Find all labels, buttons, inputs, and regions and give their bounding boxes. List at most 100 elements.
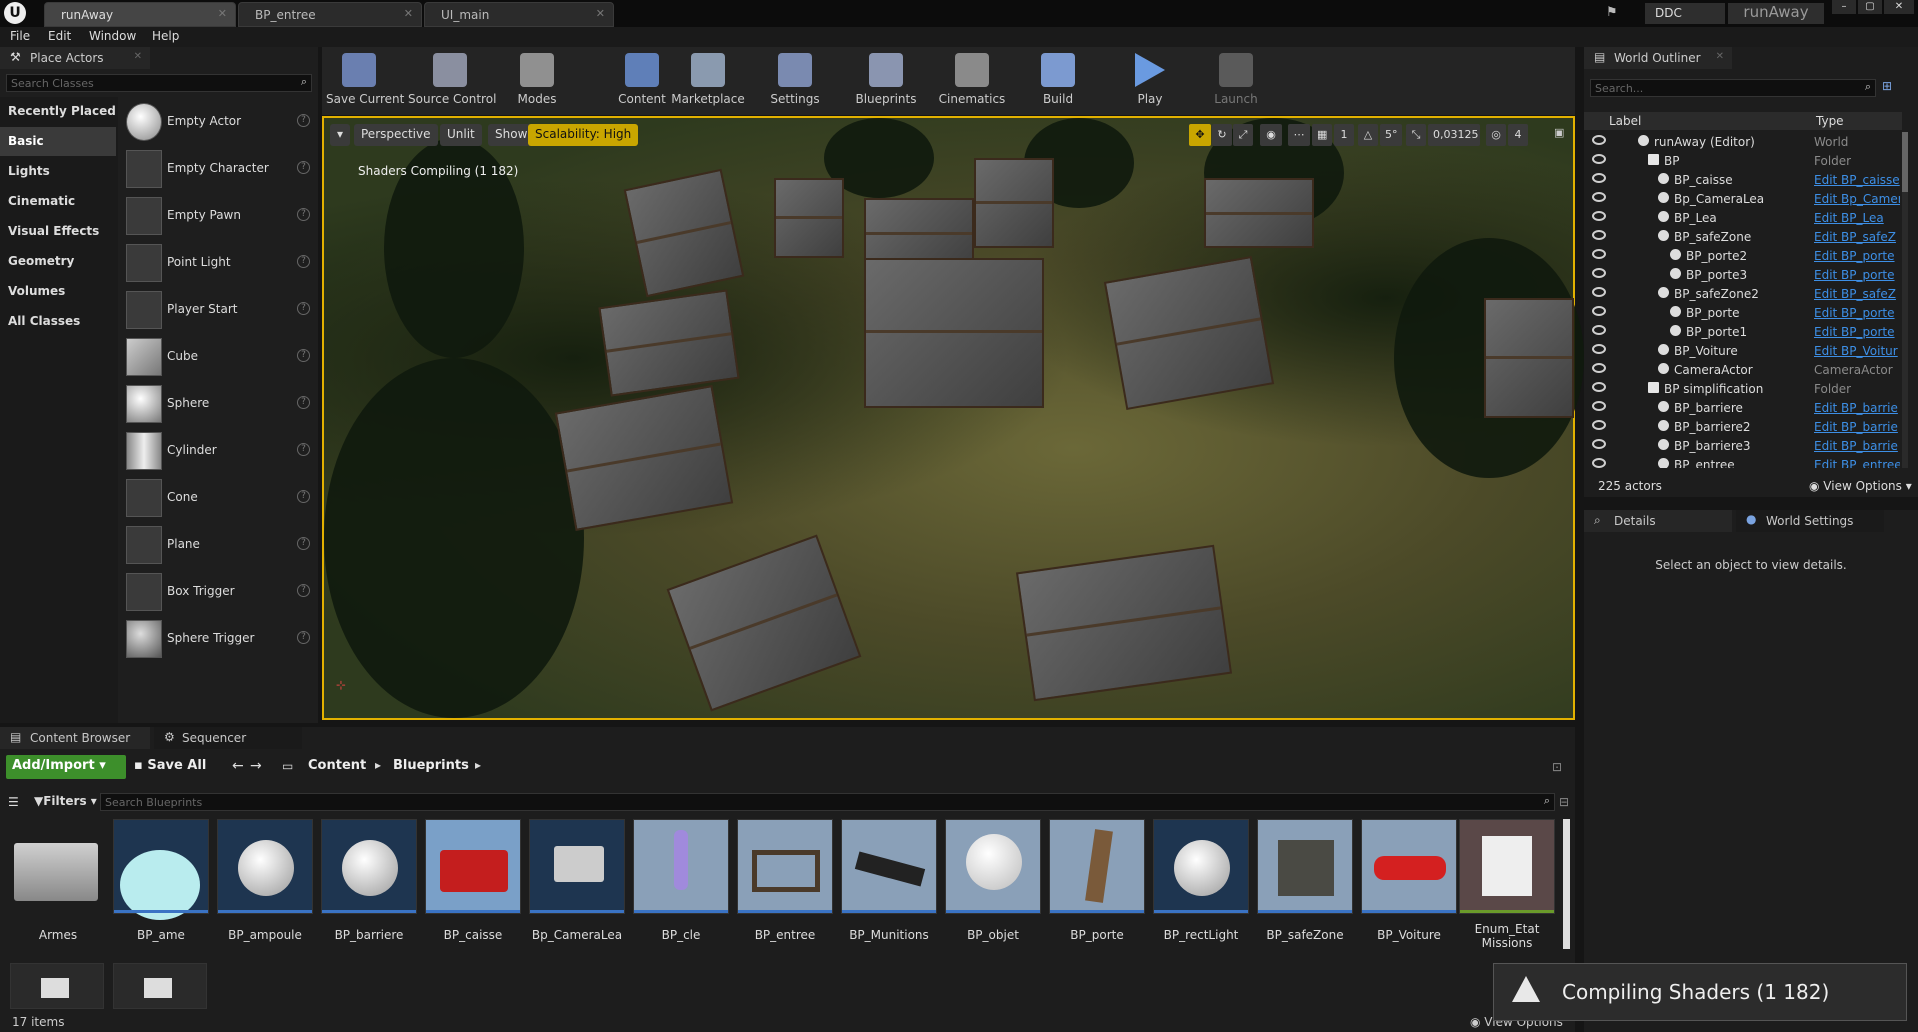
asset-thumbnail[interactable] <box>1153 819 1249 914</box>
visibility-eye-icon[interactable] <box>1592 401 1606 411</box>
asset-thumbnail[interactable] <box>10 963 104 1009</box>
actor-sphere[interactable]: Sphere? <box>122 381 318 427</box>
search-classes-input[interactable]: Search Classes ⌕ <box>6 74 312 92</box>
outliner-row[interactable]: BP_porte Edit BP_porte <box>1584 303 1902 322</box>
asset-thumbnail[interactable] <box>113 819 209 920</box>
type-column-header[interactable]: Type <box>1816 114 1844 128</box>
scale-tool-icon[interactable]: ⤢ <box>1233 124 1253 146</box>
outliner-row[interactable]: BP_barriere2 Edit BP_barrie <box>1584 417 1902 436</box>
cinematics-button[interactable]: Cinematics <box>934 49 1010 113</box>
asset-thumbnail[interactable] <box>841 819 937 914</box>
edit-blueprint-link[interactable]: Edit BP_caisse <box>1814 173 1900 187</box>
back-arrow-icon[interactable]: ← <box>232 758 244 774</box>
asset-thumbnail[interactable] <box>1361 819 1457 914</box>
category-cinematic[interactable]: Cinematic <box>0 187 116 216</box>
tab-ui-main[interactable]: UI_main ✕ <box>424 2 614 27</box>
visibility-eye-icon[interactable] <box>1592 249 1606 259</box>
visibility-eye-icon[interactable] <box>1592 135 1606 145</box>
asset-thumbnail[interactable] <box>945 819 1041 914</box>
build-button[interactable]: Build <box>1028 49 1088 113</box>
outliner-row[interactable]: BP_caisse Edit BP_caisse <box>1584 170 1902 189</box>
grid-size-value[interactable]: 1 <box>1334 124 1354 146</box>
scrollbar-thumb[interactable] <box>1902 132 1908 192</box>
close-icon[interactable]: ✕ <box>596 7 605 20</box>
angle-snap-icon[interactable]: △ <box>1358 124 1378 146</box>
marketplace-button[interactable]: Marketplace <box>670 49 746 113</box>
edit-blueprint-link[interactable]: Edit BP_porte <box>1814 268 1895 282</box>
close-icon[interactable]: ✕ <box>404 7 413 20</box>
help-icon[interactable]: ? <box>297 584 310 597</box>
maximize-icon[interactable]: ▢ <box>1858 0 1882 14</box>
close-window-icon[interactable]: ✕ <box>1884 0 1914 14</box>
category-visual-effects[interactable]: Visual Effects <box>0 217 116 246</box>
outliner-row[interactable]: BP simplification Folder <box>1584 379 1902 398</box>
scalability-button[interactable]: Scalability: High <box>528 124 639 146</box>
edit-blueprint-link[interactable]: Edit BP_safeZ <box>1814 230 1896 244</box>
menu-help[interactable]: Help <box>152 29 179 43</box>
visibility-eye-icon[interactable] <box>1592 325 1606 335</box>
content-browser-tab[interactable]: ▤ Content Browser <box>0 727 150 749</box>
play-button[interactable]: Play <box>1122 49 1178 113</box>
asset-thumbnail[interactable] <box>737 819 833 914</box>
outliner-row[interactable]: runAway (Editor) World <box>1584 132 1902 151</box>
asset-thumbnail[interactable] <box>529 819 625 914</box>
details-tab[interactable]: ⌕ Details <box>1584 510 1732 532</box>
outliner-row[interactable]: BP_entree Edit BP_entree <box>1584 455 1902 468</box>
edit-blueprint-link[interactable]: Edit BP_porte <box>1814 249 1895 263</box>
save-all-button[interactable]: ▪ Save All <box>134 758 206 773</box>
actor-plane[interactable]: Plane? <box>122 522 318 568</box>
notification-icon[interactable]: ⚑ <box>1606 5 1618 20</box>
forward-arrow-icon[interactable]: → <box>250 758 262 774</box>
help-icon[interactable]: ? <box>297 631 310 644</box>
outliner-row[interactable]: BP_barriere Edit BP_barrie <box>1584 398 1902 417</box>
outliner-row[interactable]: CameraActor CameraActor <box>1584 360 1902 379</box>
save-current-button[interactable]: Save Current <box>326 49 404 113</box>
edit-blueprint-link[interactable]: Edit BP_Lea <box>1814 211 1884 225</box>
surface-snap-icon[interactable]: ⋯ <box>1288 124 1310 146</box>
scale-snap-icon[interactable]: ⤡ <box>1406 124 1426 146</box>
level-viewport[interactable]: ▾ Perspective Unlit Show Scalability: Hi… <box>322 116 1584 720</box>
outliner-row[interactable]: BP_Voiture Edit BP_Voitur <box>1584 341 1902 360</box>
category-lights[interactable]: Lights <box>0 157 116 186</box>
visibility-eye-icon[interactable] <box>1592 173 1606 183</box>
actor-empty-character[interactable]: Empty Character? <box>122 146 318 192</box>
edit-blueprint-link[interactable]: Edit BP_porte <box>1814 325 1895 339</box>
asset-thumbnail[interactable] <box>10 819 106 914</box>
help-icon[interactable]: ? <box>297 490 310 503</box>
content-button[interactable]: Content <box>614 49 670 113</box>
category-volumes[interactable]: Volumes <box>0 277 116 306</box>
outliner-row[interactable]: Bp_CameraLea Edit Bp_Camer <box>1584 189 1902 208</box>
asset-thumbnail[interactable] <box>633 819 729 914</box>
visibility-eye-icon[interactable] <box>1592 154 1606 164</box>
edit-blueprint-link[interactable]: Edit BP_safeZ <box>1814 287 1896 301</box>
search-blueprints-input[interactable]: Search Blueprints ⌕ <box>100 793 1555 811</box>
actor-box-trigger[interactable]: Box Trigger? <box>122 569 318 615</box>
blueprints-button[interactable]: Blueprints <box>852 49 920 113</box>
help-icon[interactable]: ? <box>297 349 310 362</box>
maximize-viewport-icon[interactable]: ▣ <box>1554 126 1564 139</box>
edit-blueprint-link[interactable]: Edit BP_porte <box>1814 306 1895 320</box>
search-options-icon[interactable]: ⊟ <box>1559 795 1569 809</box>
outliner-view-options[interactable]: ◉ View Options ▾ <box>1809 479 1912 493</box>
breadcrumb-separator-icon[interactable]: ▸ <box>475 758 481 772</box>
asset-thumbnail[interactable] <box>1049 819 1145 914</box>
world-outliner-tab[interactable]: ▤ World Outliner ✕ <box>1584 47 1732 69</box>
menu-file[interactable]: File <box>10 29 30 43</box>
content-scrollbar[interactable] <box>1563 819 1570 949</box>
label-column-header[interactable]: Label <box>1609 114 1641 128</box>
outliner-row[interactable]: BP_Lea Edit BP_Lea <box>1584 208 1902 227</box>
minimize-icon[interactable]: – <box>1832 0 1856 14</box>
visibility-eye-icon[interactable] <box>1592 458 1606 468</box>
help-icon[interactable]: ? <box>297 114 310 127</box>
visibility-eye-icon[interactable] <box>1592 287 1606 297</box>
visibility-eye-icon[interactable] <box>1592 192 1606 202</box>
sources-toggle-icon[interactable]: ☰ <box>8 795 19 809</box>
menu-window[interactable]: Window <box>89 29 136 43</box>
edit-blueprint-link[interactable]: Edit Bp_Camer <box>1814 192 1900 206</box>
camera-speed-icon[interactable]: ◎ <box>1486 124 1506 146</box>
angle-snap-value[interactable]: 5° <box>1380 124 1402 146</box>
asset-thumbnail[interactable] <box>1257 819 1353 914</box>
outliner-row[interactable]: BP_porte2 Edit BP_porte <box>1584 246 1902 265</box>
breadcrumb-content[interactable]: Content <box>308 758 366 773</box>
help-icon[interactable]: ? <box>297 208 310 221</box>
